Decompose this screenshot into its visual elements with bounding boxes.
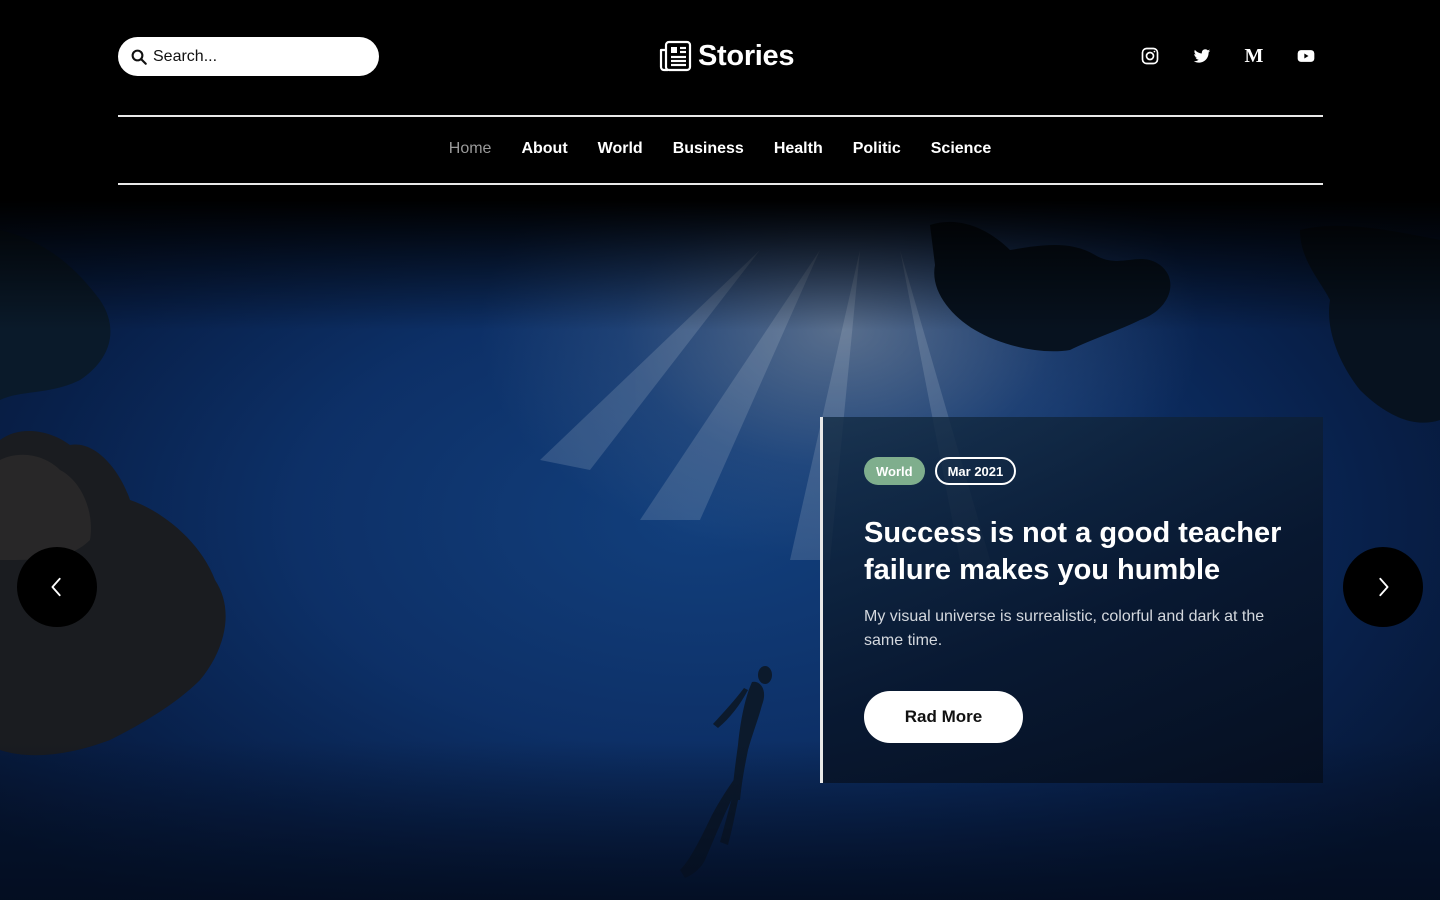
nav-item-world[interactable]: World	[598, 140, 643, 158]
twitter-icon	[1193, 49, 1211, 63]
twitter-link[interactable]	[1190, 44, 1214, 68]
read-more-button[interactable]: Rad More	[864, 691, 1023, 743]
logo-text: Stories	[698, 39, 795, 72]
social-links: M	[1138, 44, 1318, 68]
youtube-icon	[1297, 50, 1315, 62]
medium-link[interactable]: M	[1242, 44, 1266, 68]
search-bar[interactable]	[118, 37, 379, 76]
search-icon	[131, 49, 147, 65]
date-badge: Mar 2021	[934, 457, 1017, 485]
header-divider-bottom	[118, 183, 1323, 185]
nav-item-business[interactable]: Business	[673, 140, 744, 158]
instagram-icon	[1141, 47, 1159, 65]
story-title[interactable]: Success is not a good teacher failure ma…	[864, 515, 1294, 589]
category-badge[interactable]: World	[864, 457, 925, 485]
prev-slide-button[interactable]	[17, 547, 97, 627]
nav-item-health[interactable]: Health	[774, 140, 823, 158]
site-logo[interactable]: Stories	[658, 38, 795, 74]
nav-item-politic[interactable]: Politic	[853, 140, 901, 158]
nav-item-about[interactable]: About	[521, 140, 567, 158]
header-divider-top	[118, 115, 1323, 117]
chevron-right-icon	[1379, 577, 1389, 597]
next-slide-button[interactable]	[1343, 547, 1423, 627]
story-tags: World Mar 2021	[864, 457, 1283, 485]
chevron-left-icon	[51, 577, 61, 597]
story-description: My visual universe is surrealistic, colo…	[864, 608, 1265, 649]
youtube-link[interactable]	[1294, 44, 1318, 68]
nav-item-home[interactable]: Home	[449, 140, 492, 158]
featured-story-card: World Mar 2021 Success is not a good tea…	[820, 417, 1323, 783]
newspaper-icon	[659, 40, 692, 72]
medium-icon: M	[1244, 45, 1264, 67]
nav-item-science[interactable]: Science	[931, 140, 991, 158]
search-input[interactable]	[153, 47, 353, 66]
instagram-link[interactable]	[1138, 44, 1162, 68]
main-nav: Home About World Business Health Politic…	[0, 140, 1440, 158]
